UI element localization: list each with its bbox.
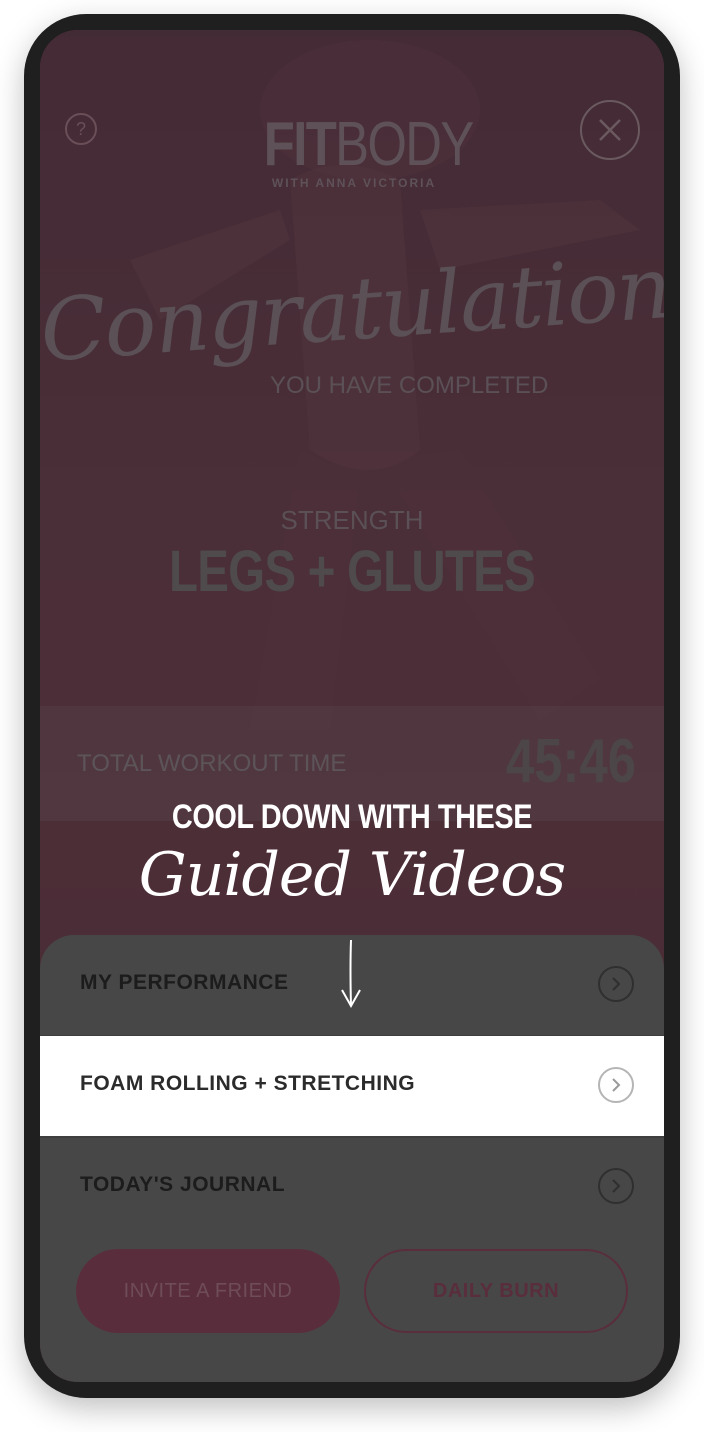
fitbody-logo: FITBODY WITH ANNA VICTORIA [244,110,474,191]
logo-wordmark: FITBODY [263,110,474,179]
menu-item-label: MY PERFORMANCE [80,971,289,994]
menu-item-label: FOAM ROLLING + STRETCHING [80,1072,416,1095]
invite-friend-button[interactable]: INVITE A FRIEND [76,1249,340,1333]
workout-name: LEGS + GLUTES [169,539,536,604]
arrow-down-icon [341,939,361,1009]
menu-item-todays-journal[interactable]: TODAY'S JOURNAL [40,1137,664,1237]
chevron-right-icon [598,1168,634,1204]
app-screen: ? FITBODY WITH ANNA VICTORIA Congratulat… [40,30,664,1382]
completed-subheadline: YOU HAVE COMPLETED [270,372,549,399]
callout-heading: COOL DOWN WITH THESE [171,798,533,836]
close-icon [599,119,621,141]
question-icon[interactable]: ? [65,113,97,145]
congrats-headline: Congratulations! [40,232,664,382]
total-time-label: TOTAL WORKOUT TIME [77,750,347,777]
menu-item-foam-rolling[interactable]: FOAM ROLLING + STRETCHING [40,1036,664,1136]
chevron-right-icon [598,1067,634,1103]
callout-script: Guided Videos [138,840,566,910]
daily-burn-button[interactable]: DAILY BURN [364,1249,628,1333]
total-time-value: 45:46 [506,727,637,796]
chevron-right-icon [598,966,634,1002]
close-button[interactable] [580,100,640,160]
workout-category: STRENGTH [280,505,424,535]
menu-item-label: TODAY'S JOURNAL [80,1173,286,1196]
